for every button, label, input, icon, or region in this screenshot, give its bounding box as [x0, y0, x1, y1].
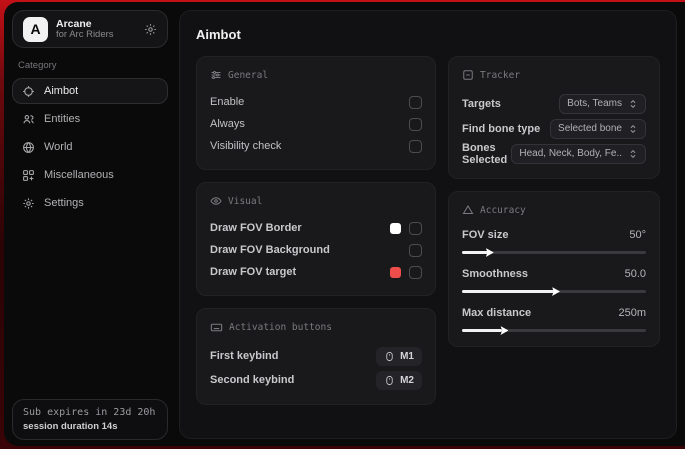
slider-thumb[interactable]: [500, 326, 508, 335]
fov-border-checkbox[interactable]: [409, 222, 422, 235]
slider-thumb[interactable]: [486, 248, 494, 257]
sidebar-item-entities[interactable]: Entities: [12, 106, 168, 132]
setting-row-always: Always: [210, 113, 422, 135]
setting-row-fov-background: Draw FOV Background: [210, 239, 422, 261]
setting-row-max-distance: Max distance 250m: [462, 304, 646, 332]
setting-row-visibility-check: Visibility check: [210, 135, 422, 157]
max-distance-slider[interactable]: [462, 329, 646, 332]
sidebar-item-aimbot[interactable]: Aimbot: [12, 78, 168, 104]
triangle-icon: [462, 204, 474, 216]
gear-icon[interactable]: [144, 23, 157, 36]
card-title: Accuracy: [480, 205, 526, 216]
globe-icon: [22, 141, 35, 154]
accuracy-card: Accuracy FOV size 50°: [448, 191, 660, 347]
fov-size-slider[interactable]: [462, 251, 646, 254]
keyboard-icon: [210, 321, 223, 334]
setting-row-bones-selected: Bones Selected Head, Neck, Body, Fe..: [462, 141, 646, 166]
bones-selected-dropdown[interactable]: Head, Neck, Body, Fe..: [511, 144, 646, 164]
background: A Arcane for Arc Riders Category Aimbot: [0, 0, 685, 449]
mouse-icon: [384, 351, 395, 362]
setting-row-fov-target: Draw FOV target: [210, 261, 422, 283]
card-title: Visual: [228, 196, 262, 207]
visual-card: Visual Draw FOV Border Draw FOV Backgrou…: [196, 182, 436, 296]
eye-icon: [210, 195, 222, 207]
second-keybind-button[interactable]: M2: [376, 371, 422, 390]
brand-title: Arcane: [56, 18, 136, 30]
sidebar-item-settings[interactable]: Settings: [12, 190, 168, 216]
card-title: General: [228, 70, 268, 81]
tracker-card: Tracker Targets Bots, Teams: [448, 56, 660, 179]
subscription-card: Sub expires in 23d 20h session duration …: [12, 399, 168, 440]
sidebar: A Arcane for Arc Riders Category Aimbot: [4, 2, 176, 446]
sidebar-item-label: Miscellaneous: [44, 169, 114, 181]
sidebar-item-label: Aimbot: [44, 85, 78, 97]
page-title: Aimbot: [196, 27, 660, 42]
activation-card: Activation buttons First keybind M1: [196, 308, 436, 405]
find-bone-type-dropdown[interactable]: Selected bone: [550, 119, 646, 139]
sub-expires-text: Sub expires in 23d 20h: [23, 407, 157, 418]
entities-icon: [22, 113, 35, 126]
setting-row-second-keybind: Second keybind M2: [210, 368, 422, 392]
brand-card: A Arcane for Arc Riders: [12, 10, 168, 48]
setting-row-enable: Enable: [210, 91, 422, 113]
smoothness-slider[interactable]: [462, 290, 646, 293]
session-duration-text: session duration 14s: [23, 421, 157, 432]
general-card: General Enable Always Visibility check: [196, 56, 436, 170]
setting-row-smoothness: Smoothness 50.0: [462, 265, 646, 293]
slider-thumb[interactable]: [552, 287, 560, 296]
smoothness-value: 50.0: [625, 268, 646, 280]
sidebar-item-world[interactable]: World: [12, 134, 168, 160]
sidebar-item-miscellaneous[interactable]: Miscellaneous: [12, 162, 168, 188]
max-distance-value: 250m: [618, 307, 646, 319]
setting-row-find-bone-type: Find bone type Selected bone: [462, 116, 646, 141]
setting-row-first-keybind: First keybind M1: [210, 344, 422, 368]
fov-size-value: 50°: [629, 229, 646, 241]
category-label: Category: [18, 60, 162, 71]
tracker-frame-icon: [462, 69, 474, 81]
setting-row-fov-size: FOV size 50°: [462, 226, 646, 254]
card-title: Activation buttons: [229, 322, 332, 333]
brand-logo: A: [23, 17, 48, 42]
fov-border-color-swatch[interactable]: [390, 223, 401, 234]
sidebar-item-label: World: [44, 141, 73, 153]
crosshair-icon: [22, 85, 35, 98]
first-keybind-button[interactable]: M1: [376, 347, 422, 366]
visibility-check-checkbox[interactable]: [409, 140, 422, 153]
mouse-icon: [384, 375, 395, 386]
settings-gear-icon: [22, 197, 35, 210]
enable-checkbox[interactable]: [409, 96, 422, 109]
chevrons-up-down-icon: [628, 99, 638, 109]
fov-target-color-swatch[interactable]: [390, 267, 401, 278]
fov-background-checkbox[interactable]: [409, 244, 422, 257]
targets-dropdown[interactable]: Bots, Teams: [559, 94, 646, 114]
setting-row-fov-border: Draw FOV Border: [210, 217, 422, 239]
app-window: A Arcane for Arc Riders Category Aimbot: [4, 2, 685, 446]
sidebar-item-label: Entities: [44, 113, 80, 125]
brand-subtitle: for Arc Riders: [56, 30, 136, 41]
sliders-icon: [210, 69, 222, 81]
fov-target-checkbox[interactable]: [409, 266, 422, 279]
main-panel: Aimbot General Enable: [179, 10, 677, 439]
sidebar-item-label: Settings: [44, 197, 84, 209]
setting-row-targets: Targets Bots, Teams: [462, 91, 646, 116]
grid-icon: [22, 169, 35, 182]
card-title: Tracker: [480, 70, 520, 81]
chevrons-up-down-icon: [628, 124, 638, 134]
chevrons-up-down-icon: [628, 149, 638, 159]
always-checkbox[interactable]: [409, 118, 422, 131]
